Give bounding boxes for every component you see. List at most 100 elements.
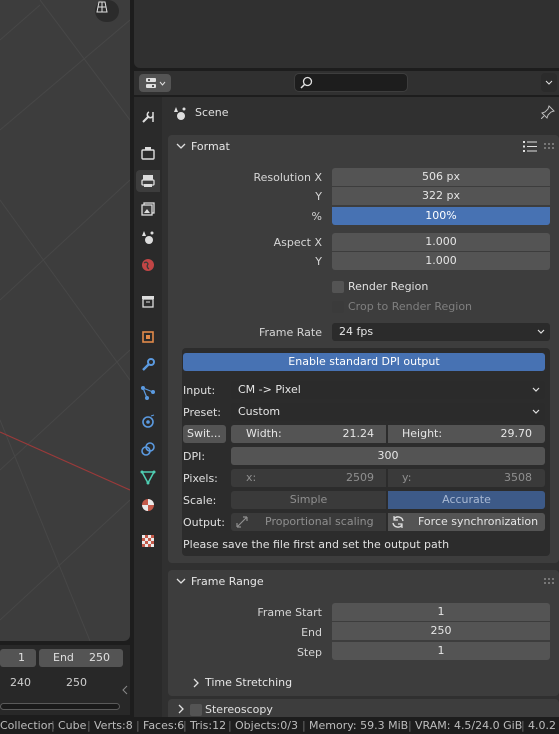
tab-scene[interactable] xyxy=(136,226,160,248)
properties-editor-icon xyxy=(145,78,156,88)
ruler-label: 240 xyxy=(10,676,31,689)
panel-title: Format xyxy=(191,140,230,153)
search-input[interactable] xyxy=(294,73,408,92)
frame-step-field[interactable]: 1 xyxy=(332,642,550,660)
pixels-label: Pixels: xyxy=(183,472,218,485)
height-field[interactable]: Height: 29.70 xyxy=(388,425,545,443)
scale-label: Scale: xyxy=(183,494,217,507)
proportional-scaling-label: Proportional scaling xyxy=(265,515,374,528)
timeline-scrollbar[interactable] xyxy=(0,703,120,710)
crop-region-checkbox[interactable] xyxy=(332,301,344,313)
chevron-right-icon xyxy=(178,704,184,714)
time-stretching-subpanel[interactable]: Time Stretching xyxy=(176,670,555,694)
tab-collection[interactable] xyxy=(136,290,160,312)
tab-texture[interactable] xyxy=(136,530,160,552)
resolution-y-field[interactable]: 322 px xyxy=(332,187,550,205)
aspect-x-field[interactable]: 1.000 xyxy=(332,233,550,251)
dpi-field[interactable]: 300 xyxy=(231,447,545,465)
save-file-message: Please save the file first and set the o… xyxy=(183,538,450,551)
frame-step-label: Step xyxy=(296,646,322,659)
aspect-y-field[interactable]: 1.000 xyxy=(332,252,550,270)
status-memory: Memory: 59.3 MiB xyxy=(309,719,409,732)
resolution-percent-slider[interactable]: 100% xyxy=(332,207,550,225)
end-frame-value: 250 xyxy=(89,651,110,664)
presets-list-icon[interactable] xyxy=(523,140,537,153)
3d-viewport[interactable] xyxy=(0,0,130,641)
current-frame-value: 1 xyxy=(18,651,25,664)
resolution-x-label: Resolution X xyxy=(253,171,322,184)
tab-render[interactable] xyxy=(136,142,160,164)
tab-tool[interactable] xyxy=(136,106,160,128)
preset-value: Custom xyxy=(238,405,281,418)
chevron-right-icon xyxy=(193,678,199,688)
tab-physics[interactable] xyxy=(136,410,160,432)
input-dropdown[interactable]: CM -> Pixel xyxy=(231,381,545,399)
format-panel-header[interactable]: Format xyxy=(168,135,559,159)
tab-modifier[interactable] xyxy=(136,354,160,376)
preset-dropdown[interactable]: Custom xyxy=(231,403,545,421)
tab-view-layer[interactable] xyxy=(136,198,160,220)
options-dropdown[interactable] xyxy=(541,73,557,92)
tab-constraints[interactable] xyxy=(136,438,160,460)
time-stretching-label: Time Stretching xyxy=(205,676,293,689)
frame-range-header[interactable]: Frame Range xyxy=(168,570,559,594)
wrench-icon xyxy=(142,358,155,371)
particles-icon xyxy=(141,386,155,400)
crop-region-label: Crop to Render Region xyxy=(348,300,473,313)
chevron-down-icon xyxy=(176,143,186,149)
frame-start-field[interactable]: 1 xyxy=(332,603,550,621)
status-tris: Tris:12 xyxy=(190,719,227,732)
mesh-data-icon xyxy=(140,470,156,485)
scale-simple-option[interactable]: Simple xyxy=(231,491,386,509)
dpi-label: DPI: xyxy=(183,450,206,463)
chevron-down-icon xyxy=(545,80,553,85)
stereoscopy-checkbox[interactable] xyxy=(190,704,202,716)
current-frame-field[interactable]: 1 xyxy=(0,649,36,667)
pixels-y-value: 3508 xyxy=(504,471,532,484)
stereoscopy-label: Stereoscopy xyxy=(205,703,273,716)
tab-object[interactable] xyxy=(136,326,160,348)
height-value: 29.70 xyxy=(500,427,533,440)
tab-particles[interactable] xyxy=(136,382,160,404)
physics-icon xyxy=(142,414,155,428)
chevron-left-icon[interactable] xyxy=(121,685,129,695)
upper-area xyxy=(134,0,559,68)
drag-grip-icon[interactable] xyxy=(544,143,554,149)
editor-type-button[interactable] xyxy=(139,74,171,92)
material-icon xyxy=(142,499,154,511)
end-frame-field[interactable]: End 250 xyxy=(39,649,123,667)
grid-perspective-icon[interactable] xyxy=(95,0,119,22)
height-label: Height: xyxy=(402,427,443,440)
pixels-y-field: y: 3508 xyxy=(388,469,545,487)
pin-icon[interactable] xyxy=(541,105,555,119)
render-region-checkbox[interactable] xyxy=(332,281,344,293)
object-icon xyxy=(142,331,154,343)
status-bar: Collection | Cube | Verts:8 | Faces:6 | … xyxy=(0,717,559,734)
drag-grip-icon[interactable] xyxy=(544,578,554,584)
stereoscopy-panel[interactable]: Stereoscopy xyxy=(168,699,559,719)
width-field[interactable]: Width: 21.24 xyxy=(231,425,386,443)
frame-end-field[interactable]: 250 xyxy=(332,622,550,640)
x-axis-line xyxy=(0,431,130,491)
aspect-y-label: Y xyxy=(315,255,322,268)
tab-material[interactable] xyxy=(136,494,160,516)
tab-data[interactable] xyxy=(136,466,160,488)
chevron-down-icon xyxy=(532,409,540,414)
constraints-icon xyxy=(141,442,155,456)
input-value: CM -> Pixel xyxy=(238,383,301,396)
chevron-down-icon xyxy=(532,387,540,392)
proportional-scaling-option[interactable]: Proportional scaling xyxy=(231,513,386,531)
world-icon xyxy=(142,259,154,271)
sync-icon xyxy=(392,516,404,528)
enable-dpi-button[interactable]: Enable standard DPI output xyxy=(183,353,545,371)
switch-orientation-button[interactable]: Swit... xyxy=(183,425,226,443)
expand-arrows-icon xyxy=(236,516,248,528)
resolution-x-field[interactable]: 506 px xyxy=(332,168,550,186)
scale-accurate-option[interactable]: Accurate xyxy=(388,491,545,509)
frame-rate-dropdown[interactable]: 24 fps xyxy=(332,323,550,341)
tab-world[interactable] xyxy=(136,254,160,276)
tab-output[interactable] xyxy=(136,170,160,192)
status-vram: VRAM: 4.5/24.0 GiB xyxy=(415,719,523,732)
frame-end-label: End xyxy=(301,626,322,639)
force-sync-option[interactable]: Force synchronization xyxy=(388,513,545,531)
